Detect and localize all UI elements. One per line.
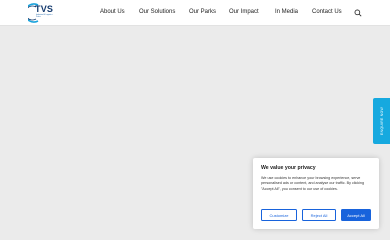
nav-contact-us[interactable]: Contact Us xyxy=(312,9,342,15)
cookie-body-text: We use cookies to enhance your browsing … xyxy=(261,176,365,191)
enquire-now-tab[interactable]: ENQUIRE NOW xyxy=(373,98,390,144)
nav-our-parks[interactable]: Our Parks xyxy=(189,9,216,15)
nav-in-media[interactable]: In Media xyxy=(275,9,298,15)
enquire-now-label: ENQUIRE NOW xyxy=(379,107,384,135)
customize-button[interactable]: Customize xyxy=(261,209,297,221)
site-header: TVS Industrial & Logistics Parks About U… xyxy=(0,0,390,26)
cookie-consent-banner: We value your privacy We use cookies to … xyxy=(253,158,379,229)
nav-about-us[interactable]: About Us xyxy=(100,9,125,15)
reject-all-button[interactable]: Reject All xyxy=(302,209,336,221)
accept-all-button[interactable]: Accept All xyxy=(341,209,371,221)
search-icon[interactable] xyxy=(354,9,362,17)
nav-our-impact[interactable]: Our Impact xyxy=(229,9,259,15)
nav-our-solutions[interactable]: Our Solutions xyxy=(139,9,175,15)
cookie-title: We value your privacy xyxy=(261,165,316,171)
main-nav: About Us Our Solutions Our Parks Our Imp… xyxy=(0,0,390,26)
